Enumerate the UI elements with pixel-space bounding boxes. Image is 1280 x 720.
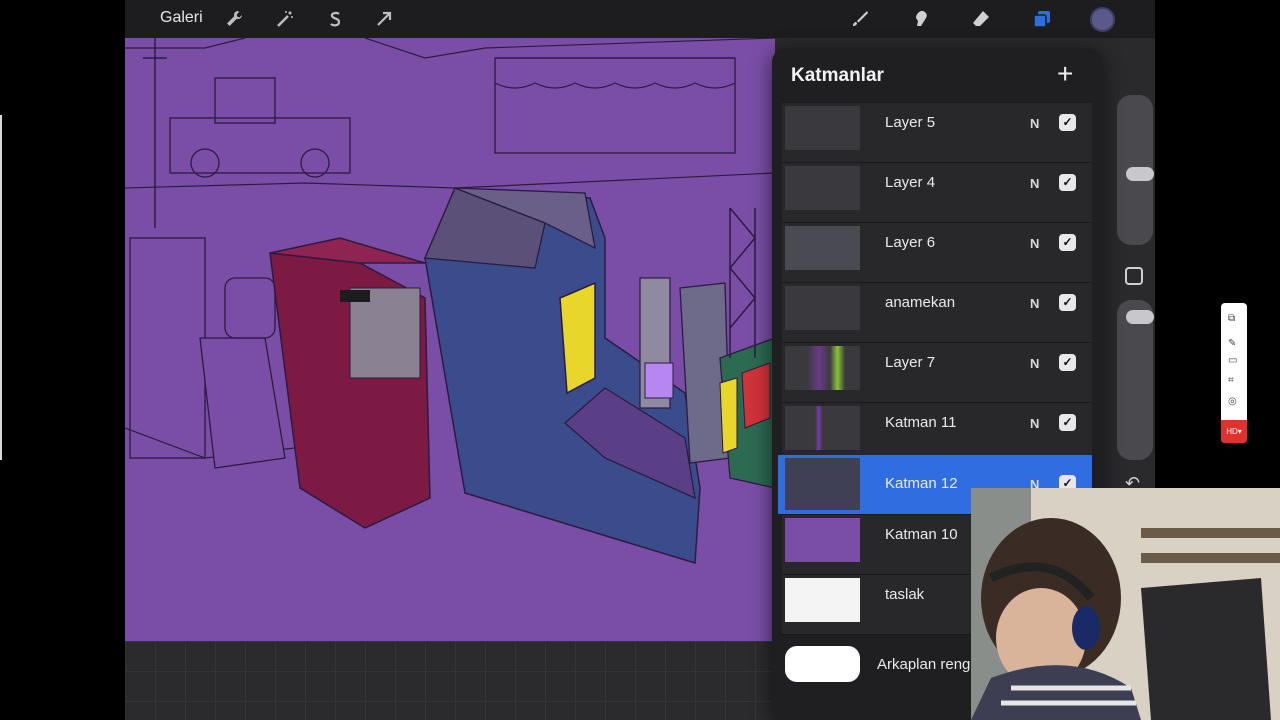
canvas-illustration xyxy=(125,38,775,641)
pen-icon[interactable]: ✎ xyxy=(1228,338,1236,349)
rectangle-icon[interactable]: ▭ xyxy=(1228,355,1237,366)
layer-name: Layer 5 xyxy=(885,114,936,131)
background-color-swatch[interactable] xyxy=(785,646,860,682)
webcam-overlay xyxy=(971,488,1280,720)
blend-mode-button[interactable]: N xyxy=(1030,236,1039,251)
blend-mode-button[interactable]: N xyxy=(1030,296,1039,311)
layer-name: anamekan xyxy=(885,294,956,311)
eraser-icon[interactable] xyxy=(969,7,993,31)
edge-divider xyxy=(0,115,2,460)
visibility-checkbox[interactable]: ✓ xyxy=(1059,294,1076,311)
layer-name: Katman 10 xyxy=(885,526,958,543)
brush-size-thumb[interactable] xyxy=(1126,167,1154,181)
opacity-slider[interactable] xyxy=(1117,300,1154,460)
drawing-canvas[interactable] xyxy=(125,38,775,641)
layer-thumbnail xyxy=(785,578,860,622)
magic-wand-icon[interactable] xyxy=(273,7,297,31)
layer-thumbnail xyxy=(785,406,860,450)
layer-name: Layer 4 xyxy=(885,174,936,191)
background-color-label: Arkaplan rengi xyxy=(877,656,974,673)
layers-panel-title: Katmanlar xyxy=(791,65,884,86)
blend-mode-button[interactable]: N xyxy=(1030,116,1039,131)
layer-name: Layer 6 xyxy=(885,234,936,251)
visibility-checkbox[interactable]: ✓ xyxy=(1059,414,1076,431)
layer-row[interactable]: anamekan N ✓ xyxy=(782,283,1092,343)
screenshot-icon[interactable]: ⧉ xyxy=(1228,313,1235,324)
layer-thumbnail xyxy=(785,166,860,210)
brush-size-slider[interactable] xyxy=(1117,95,1154,245)
gallery-button[interactable]: Galeri xyxy=(160,9,203,27)
visibility-checkbox[interactable]: ✓ xyxy=(1059,114,1076,131)
add-layer-button[interactable]: + xyxy=(1057,60,1073,88)
blend-mode-button[interactable]: N xyxy=(1030,176,1039,191)
layer-thumbnail xyxy=(785,518,860,562)
transform-arrow-icon[interactable] xyxy=(372,7,396,31)
layer-name: Katman 12 xyxy=(885,475,958,492)
selection-s-icon[interactable] xyxy=(323,7,347,31)
floating-recorder-toolbar: ⧉ ✎ ▭ ⌗ ◎ HD▾ xyxy=(1221,303,1247,443)
color-picker-button[interactable] xyxy=(1090,7,1115,32)
layer-name: taslak xyxy=(885,586,925,603)
smudge-icon[interactable] xyxy=(909,7,933,31)
opacity-thumb[interactable] xyxy=(1126,310,1154,324)
top-toolbar: Galeri xyxy=(125,0,1155,38)
layers-icon[interactable] xyxy=(1030,7,1054,31)
modify-square-button[interactable] xyxy=(1125,267,1143,285)
record-icon[interactable]: ◎ xyxy=(1228,396,1237,407)
brush-icon[interactable] xyxy=(848,7,872,31)
blend-mode-button[interactable]: N xyxy=(1030,356,1039,371)
visibility-checkbox[interactable]: ✓ xyxy=(1059,234,1076,251)
layer-thumbnail xyxy=(785,286,860,330)
layer-row[interactable]: Layer 5 N ✓ xyxy=(782,103,1092,163)
layer-name: Katman 11 xyxy=(885,414,957,431)
layer-name: Layer 7 xyxy=(885,354,936,371)
layer-thumbnail xyxy=(785,106,860,150)
layer-row[interactable]: Katman 11 N ✓ xyxy=(782,403,1092,463)
crop-icon[interactable]: ⌗ xyxy=(1228,375,1234,386)
wrench-icon[interactable] xyxy=(222,7,246,31)
visibility-checkbox[interactable]: ✓ xyxy=(1059,354,1076,371)
webcam-person-image xyxy=(971,488,1280,720)
layer-thumbnail xyxy=(785,458,860,510)
visibility-checkbox[interactable]: ✓ xyxy=(1059,174,1076,191)
layer-thumbnail xyxy=(785,346,860,390)
layer-row[interactable]: Layer 7 N ✓ xyxy=(782,343,1092,403)
left-black-margin xyxy=(0,0,125,720)
brush-sidebar: ↶ xyxy=(1115,95,1154,525)
hd-badge[interactable]: HD▾ xyxy=(1221,420,1247,443)
layer-row[interactable]: Layer 4 N ✓ xyxy=(782,163,1092,223)
layer-thumbnail xyxy=(785,226,860,270)
blend-mode-button[interactable]: N xyxy=(1030,416,1039,431)
layer-row[interactable]: Layer 6 N ✓ xyxy=(782,223,1092,283)
